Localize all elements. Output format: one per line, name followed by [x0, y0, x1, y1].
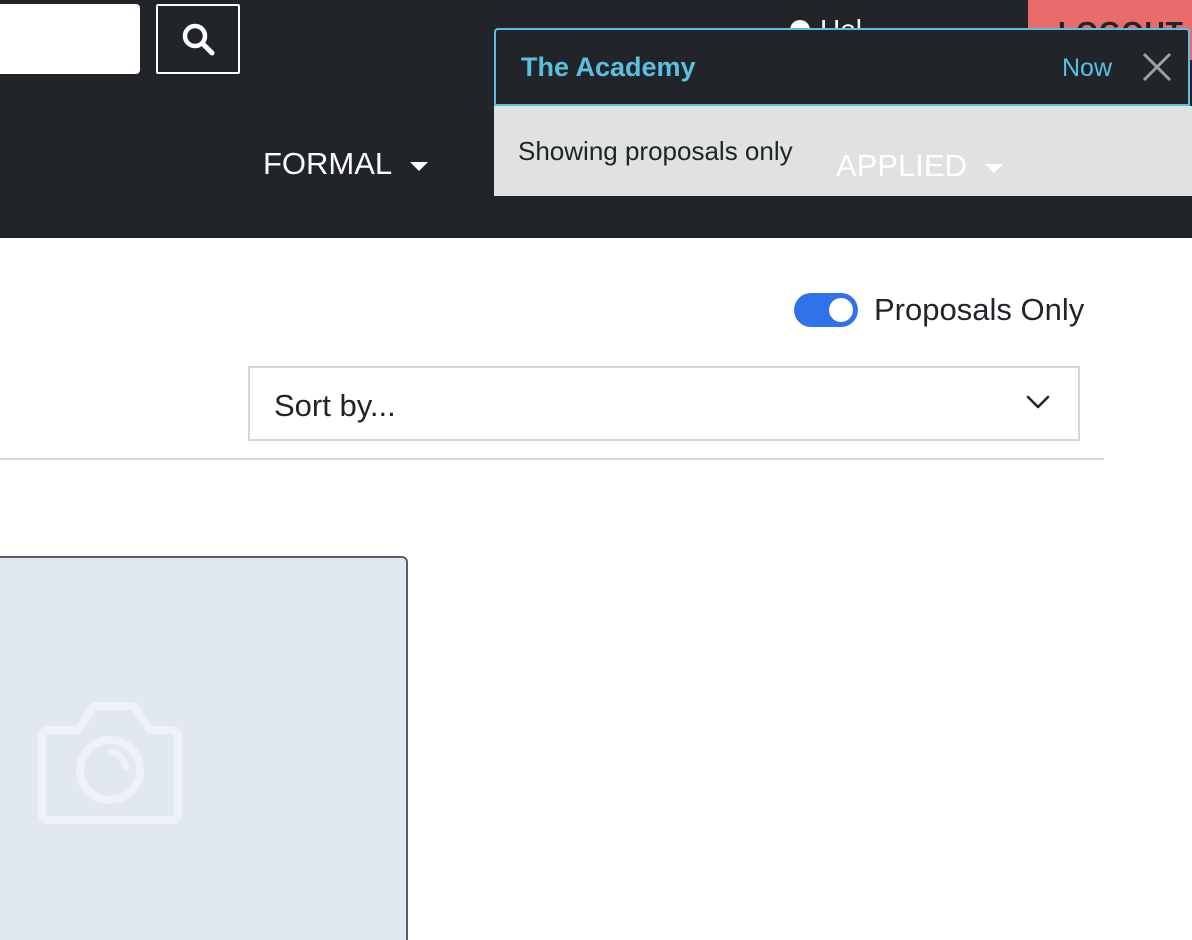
nav-applied-overlap: APPLIED [836, 148, 1003, 184]
camera-icon [38, 702, 182, 824]
toast-time: Now [1062, 54, 1113, 82]
sort-select-value: Sort by... [274, 388, 396, 423]
toggle-knob [829, 298, 853, 322]
close-icon[interactable] [1140, 50, 1174, 84]
search-input[interactable] [0, 4, 140, 74]
proposals-only-toggle[interactable]: Proposals Only [794, 292, 1084, 328]
search-icon [182, 23, 215, 56]
proposal-card[interactable] [0, 556, 408, 940]
nav-applied-overlap-label: APPLIED [836, 148, 967, 183]
toggle-label: Proposals Only [874, 292, 1085, 327]
toast-notification: The Academy Now Showing proposals only A… [494, 28, 1192, 196]
toast-title: The Academy [521, 52, 696, 82]
sort-select[interactable]: Sort by... [248, 366, 1080, 441]
caret-down-icon [410, 161, 429, 171]
toast-header: The Academy Now [494, 28, 1190, 106]
toast-message: Showing proposals only [518, 136, 793, 166]
page: Hel LOGOUT FORMAL APPLIED The Academy No… [0, 0, 1192, 940]
search-button[interactable] [156, 4, 240, 74]
toggle-switch[interactable] [794, 293, 858, 327]
chevron-down-icon [1026, 395, 1050, 409]
nav-formal-dropdown[interactable]: FORMAL [263, 146, 429, 182]
nav-formal-label: FORMAL [263, 146, 393, 181]
caret-down-icon [984, 163, 1003, 173]
section-divider [0, 458, 1104, 460]
